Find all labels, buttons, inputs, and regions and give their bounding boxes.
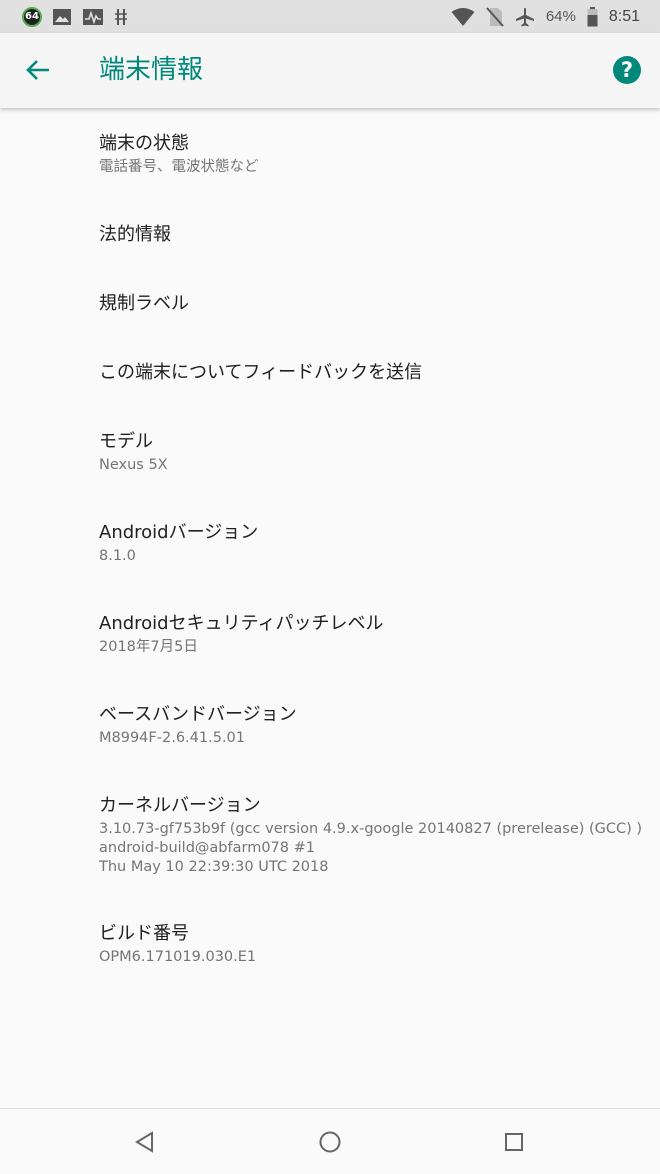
item-title: 端末の状態 bbox=[99, 133, 189, 154]
list-item-legal-info[interactable]: 法的情報 bbox=[99, 223, 640, 247]
nav-back-button[interactable] bbox=[130, 1127, 160, 1157]
status-bar: 64 64% 8:51 bbox=[0, 0, 660, 33]
list-item-security-patch[interactable]: Androidセキュリティパッチレベル 2018年7月5日 bbox=[99, 612, 640, 657]
nav-recents-button[interactable] bbox=[499, 1127, 529, 1157]
item-summary: OPM6.171019.030.E1 bbox=[99, 949, 257, 965]
page-title: 端末情報 bbox=[99, 55, 204, 85]
item-title: ビルド番号 bbox=[99, 923, 189, 944]
list-item-regulatory-labels[interactable]: 規制ラベル bbox=[99, 292, 640, 316]
item-summary: 2018年7月5日 bbox=[99, 639, 198, 655]
list-item-build-number[interactable]: ビルド番号 OPM6.171019.030.E1 bbox=[99, 922, 640, 967]
item-title: ベースバンドバージョン bbox=[99, 704, 297, 725]
notification-badge: 64 bbox=[22, 6, 42, 27]
item-title: この端末についてフィードバックを送信 bbox=[99, 362, 423, 383]
navigation-bar bbox=[0, 1108, 660, 1174]
wifi-icon bbox=[451, 7, 475, 26]
item-title: 規制ラベル bbox=[99, 293, 189, 314]
activity-icon bbox=[83, 8, 103, 25]
item-summary: 8.1.0 bbox=[99, 548, 136, 564]
kernel-line-3: Thu May 10 22:39:30 UTC 2018 bbox=[99, 859, 329, 875]
item-summary: M8994F-2.6.41.5.01 bbox=[99, 730, 245, 746]
list-item-kernel-version[interactable]: カーネルバージョン 3.10.73-gf753b9f (gcc version … bbox=[99, 794, 643, 877]
kernel-line-2: android-build@abfarm078 #1 bbox=[99, 840, 315, 856]
recents-square-icon bbox=[505, 1133, 523, 1151]
list-item-device-status[interactable]: 端末の状態 電話番号、電波状態など bbox=[99, 132, 640, 177]
list-item-send-feedback[interactable]: この端末についてフィードバックを送信 bbox=[99, 361, 640, 385]
item-title: カーネルバージョン bbox=[99, 795, 261, 816]
airplane-icon bbox=[515, 7, 534, 26]
help-button[interactable]: ? bbox=[613, 56, 641, 84]
battery-icon bbox=[587, 6, 598, 26]
help-icon: ? bbox=[620, 58, 634, 82]
list-item-android-version[interactable]: Androidバージョン 8.1.0 bbox=[99, 521, 640, 566]
no-sim-icon bbox=[486, 6, 504, 27]
back-button[interactable] bbox=[22, 54, 54, 86]
item-title: Androidセキュリティパッチレベル bbox=[99, 613, 384, 634]
nav-home-button[interactable] bbox=[315, 1127, 345, 1157]
kernel-line-1: 3.10.73-gf753b9f (gcc version 4.9.x-goog… bbox=[99, 821, 643, 837]
list-item-model[interactable]: モデル Nexus 5X bbox=[99, 430, 640, 475]
usb-debug-icon bbox=[115, 8, 127, 25]
app-bar: 端末情報 ? bbox=[0, 33, 660, 108]
list-item-baseband-version[interactable]: ベースバンドバージョン M8994F-2.6.41.5.01 bbox=[99, 703, 640, 748]
back-arrow-icon bbox=[26, 60, 49, 80]
item-title: モデル bbox=[99, 431, 153, 452]
battery-percent: 64% bbox=[545, 8, 576, 25]
clock: 8:51 bbox=[608, 7, 640, 25]
back-triangle-icon bbox=[135, 1131, 153, 1153]
item-title: Androidバージョン bbox=[99, 522, 259, 543]
item-title: 法的情報 bbox=[99, 224, 171, 245]
gallery-icon bbox=[53, 8, 71, 25]
item-summary: Nexus 5X bbox=[99, 457, 168, 473]
item-summary: 電話番号、電波状態など bbox=[99, 159, 259, 175]
home-circle-icon bbox=[319, 1131, 341, 1153]
